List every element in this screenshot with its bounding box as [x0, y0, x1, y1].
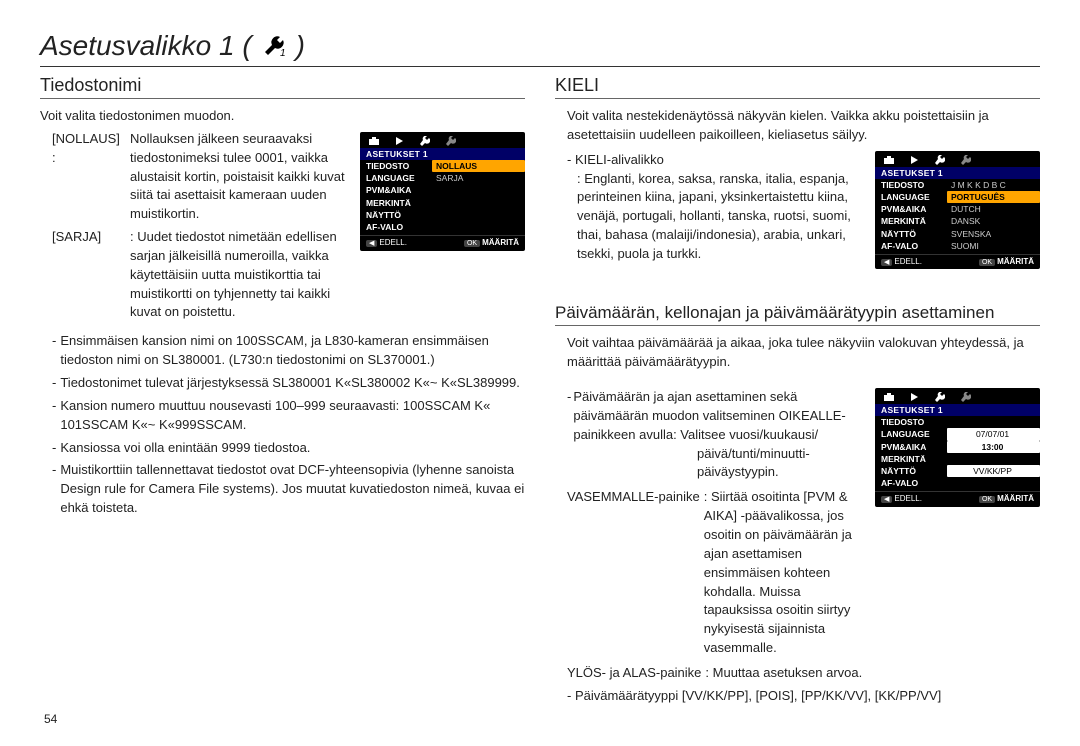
play-icon [909, 392, 919, 402]
lcd-item-r [432, 221, 525, 233]
kv-right: : Siirtää osoitinta [PVM & AIKA] -pääval… [704, 488, 865, 658]
lcd-item-l: AF-VALO [875, 477, 947, 489]
lcd-item-l: PVM&AIKA [875, 203, 947, 215]
wrench2-tab-icon [959, 155, 971, 165]
lcd-item-l: LANGUAGE [360, 172, 432, 184]
lcd-item-r: J M K K D B C [947, 179, 1040, 191]
row-desc: : Uudet tiedostot nimetään edellisen sar… [130, 228, 350, 322]
kv-right: : Muuttaa asetuksen arvoa. [705, 664, 1040, 683]
lcd-footer-right: MÄÄRITÄ [482, 238, 519, 247]
lcd-item-r: VV/KK/PP [947, 465, 1040, 477]
lcd-screen-language: ASETUKSET 1 TIEDOSTOJ M K K D B C LANGUA… [875, 151, 1040, 270]
lcd-item-l: NÄYTTÖ [875, 228, 947, 240]
page-title: Asetusvalikko 1 ( 1 ) [40, 30, 1040, 62]
section-title-tiedostonimi: Tiedostonimi [40, 75, 525, 96]
lcd-item-r [432, 197, 525, 209]
row-label: [SARJA] [52, 228, 124, 247]
page-number: 54 [44, 712, 57, 726]
kv-left: YLÖS- ja ALAS-painike [567, 664, 701, 683]
lcd-item-r [432, 209, 525, 221]
wrench2-tab-icon [959, 392, 971, 402]
lcd-item-r: NOLLAUS [432, 160, 525, 172]
lcd-item-l: PVM&AIKA [360, 184, 432, 196]
right-column: KIELI Voit valita nestekidenäytössä näky… [555, 75, 1040, 706]
section-rule [555, 325, 1040, 326]
section-rule [40, 98, 525, 99]
datetime-intro: Voit vaihtaa päivämäärää ja aikaa, joka … [567, 334, 1040, 372]
lcd-item-l: MERKINTÄ [360, 197, 432, 209]
lcd-header: ASETUKSET 1 [875, 167, 1040, 179]
lcd-header: ASETUKSET 1 [875, 404, 1040, 416]
kv-left: VASEMMALLE-painike [567, 488, 700, 507]
lcd-item-r: SVENSKA [947, 228, 1040, 240]
lcd-screen-datetime: ASETUKSET 1 TIEDOSTO LANGUAGE07/07/01 PV… [875, 388, 1040, 507]
lcd-header: ASETUKSET 1 [360, 148, 525, 160]
left-column: Tiedostonimi Voit valita tiedostonimen m… [40, 75, 525, 706]
lcd-item-l: PVM&AIKA [875, 441, 947, 453]
para1: Päivämäärän ja ajan asettaminen sekä päi… [573, 388, 865, 445]
lcd-item-l: LANGUAGE [875, 191, 947, 203]
lcd-screen-file: ASETUKSET 1 TIEDOSTONOLLAUS LANGUAGESARJ… [360, 132, 525, 251]
lcd-item-l: TIEDOSTO [875, 179, 947, 191]
row-label: [NOLLAUS] : [52, 130, 124, 168]
lcd-item-r: SUOMI [947, 240, 1040, 252]
lcd-footer-left: EDELL. [894, 257, 922, 266]
camera-icon [883, 392, 895, 402]
section-rule [555, 98, 1040, 99]
lcd-footer-ok: OK [979, 496, 995, 503]
lcd-footer-right: MÄÄRITÄ [997, 494, 1034, 503]
lcd-item-r [947, 477, 1040, 489]
lcd-footer-right: MÄÄRITÄ [997, 257, 1034, 266]
lcd-item-l: AF-VALO [875, 240, 947, 252]
lcd-item-l: TIEDOSTO [360, 160, 432, 172]
lcd-item-r: DUTCH [947, 203, 1040, 215]
kieli-intro: Voit valita nestekidenäytössä näkyvän ki… [567, 107, 1040, 145]
bullet: Muistikorttiin tallennettavat tiedostot … [60, 461, 525, 518]
lcd-item-l: NÄYTTÖ [360, 209, 432, 221]
wrench2-tab-icon [444, 136, 456, 146]
lcd-item-r [432, 184, 525, 196]
lcd-item-l: AF-VALO [360, 221, 432, 233]
para1-dash: - [567, 388, 571, 445]
bullet: Ensimmäisen kansion nimi on 100SSCAM, ja… [60, 332, 525, 370]
lcd-item-r [947, 453, 1040, 465]
lcd-item-r: SARJA [432, 172, 525, 184]
lcd-item-r: PORTUGUÊS [947, 191, 1040, 203]
lcd-item-l: TIEDOSTO [875, 416, 947, 428]
wrench1-tab-icon [418, 136, 430, 146]
section-title-kieli: KIELI [555, 75, 1040, 96]
section-title-datetime: Päivämäärän, kellonajan ja päivämäärätyy… [555, 303, 1040, 323]
wrench1-tab-icon [933, 155, 945, 165]
lcd-item-l: NÄYTTÖ [875, 465, 947, 477]
bullet: Tiedostonimet tulevat järjestyksessä SL3… [60, 374, 520, 393]
row-desc: Nollauksen jälkeen seuraavaksi tiedoston… [130, 130, 350, 224]
svg-text:1: 1 [280, 48, 286, 58]
wrench1-icon: 1 [258, 34, 290, 58]
bullet: Kansion numero muuttuu nousevasti 100–99… [60, 397, 525, 435]
lcd-item-r: 07/07/01 [947, 428, 1040, 440]
left-intro: Voit valita tiedostonimen muodon. [40, 107, 525, 126]
lcd-item-r: 13:00 [947, 441, 1040, 453]
lcd-item-r: DANSK [947, 215, 1040, 227]
lcd-footer-left: EDELL. [379, 238, 407, 247]
page-title-suffix: ) [296, 30, 305, 62]
lcd-item-l: MERKINTÄ [875, 453, 947, 465]
lcd-footer-ok: OK [464, 240, 480, 247]
lcd-footer-left: EDELL. [894, 494, 922, 503]
lcd-footer-ok: OK [979, 259, 995, 266]
page-title-text: Asetusvalikko 1 ( [40, 30, 252, 62]
title-rule [40, 66, 1040, 67]
lcd-item-r [947, 416, 1040, 428]
camera-icon [368, 136, 380, 146]
play-icon [394, 136, 404, 146]
play-icon [909, 155, 919, 165]
lcd-item-l: MERKINTÄ [875, 215, 947, 227]
bullet: Kansiossa voi olla enintään 9999 tiedost… [60, 439, 310, 458]
final-line: - Päivämäärätyyppi [VV/KK/PP], [POIS], [… [567, 687, 1040, 706]
camera-icon [883, 155, 895, 165]
wrench1-tab-icon [933, 392, 945, 402]
lcd-item-l: LANGUAGE [875, 428, 947, 440]
